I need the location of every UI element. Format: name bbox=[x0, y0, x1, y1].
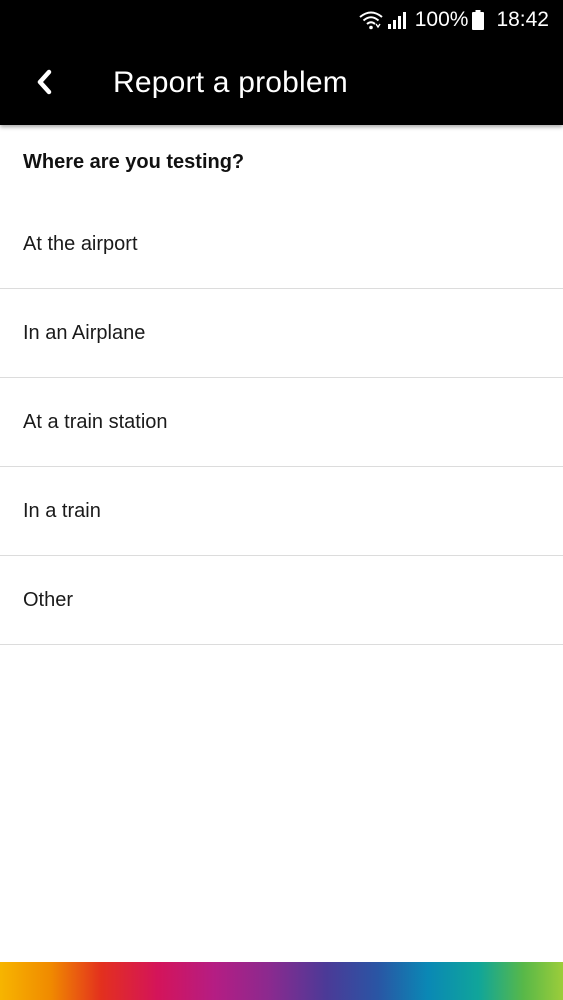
status-icons: 100% 18:42 bbox=[359, 8, 549, 32]
app-bar: Report a problem bbox=[0, 40, 563, 125]
option-label: At a train station bbox=[23, 410, 168, 433]
option-label: At the airport bbox=[23, 232, 138, 255]
option-label: In an Airplane bbox=[23, 321, 146, 344]
option-in-an-airplane[interactable]: In an Airplane bbox=[0, 289, 563, 378]
signal-icon bbox=[387, 10, 407, 30]
option-other[interactable]: Other bbox=[0, 556, 563, 645]
page-title: Report a problem bbox=[113, 66, 348, 99]
back-button[interactable] bbox=[22, 62, 66, 106]
option-list: At the airport In an Airplane At a train… bbox=[0, 200, 563, 645]
option-at-the-airport[interactable]: At the airport bbox=[0, 200, 563, 289]
section-heading: Where are you testing? bbox=[23, 151, 245, 173]
main-content: Where are you testing? At the airport In… bbox=[0, 125, 563, 645]
chevron-left-icon bbox=[35, 69, 53, 100]
option-label: Other bbox=[23, 588, 74, 611]
battery-icon bbox=[472, 10, 485, 30]
status-bar: 100% 18:42 bbox=[0, 0, 563, 40]
option-at-a-train-station[interactable]: At a train station bbox=[0, 378, 563, 467]
option-in-a-train[interactable]: In a train bbox=[0, 467, 563, 556]
clock: 18:42 bbox=[496, 8, 549, 31]
brand-color-bar bbox=[0, 962, 563, 1000]
option-label: In a train bbox=[23, 499, 101, 522]
battery-percentage: 100% bbox=[414, 8, 469, 31]
wifi-icon bbox=[359, 10, 383, 30]
